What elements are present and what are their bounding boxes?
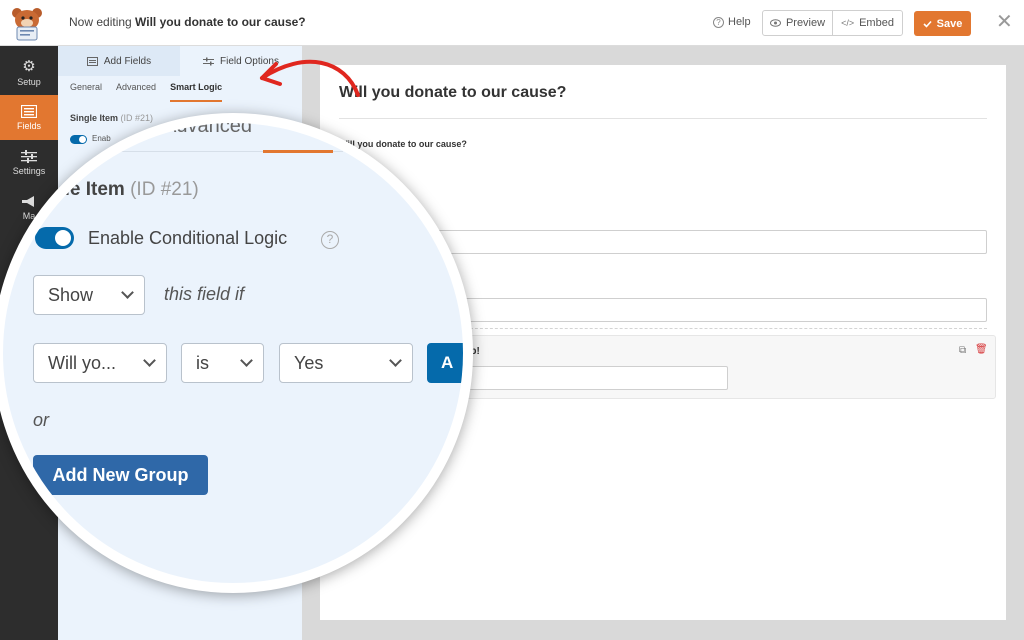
preview-input-field[interactable] xyxy=(455,366,728,390)
form-title-divider xyxy=(339,118,987,119)
magnifier-zoom-circle: Advanced gle Item (ID #21) Enable Condit… xyxy=(0,113,473,593)
mag-field-title: gle Item (ID #21) xyxy=(53,179,199,201)
field-title-text: Single Item xyxy=(70,113,119,123)
help-label: Help xyxy=(728,16,751,28)
eye-icon xyxy=(769,19,781,27)
field-title: Single Item (ID #21) xyxy=(70,113,153,123)
form-builder-window: Now editing Will you donate to our cause… xyxy=(0,0,1024,640)
nav-item-setup[interactable]: ⚙ Setup xyxy=(0,50,58,95)
nav-label: Setup xyxy=(17,76,41,87)
duplicate-icon[interactable]: ⧉ xyxy=(959,345,966,356)
gear-icon: ⚙ xyxy=(22,57,36,75)
red-arrow-annotation-icon xyxy=(260,59,360,97)
preview-input-field[interactable] xyxy=(420,230,987,254)
subtab-general[interactable]: General xyxy=(70,82,102,102)
field-id: (ID #21) xyxy=(120,113,154,123)
mag-tab-active-indicator xyxy=(263,150,333,153)
chevron-down-icon xyxy=(389,354,402,367)
save-button[interactable]: Save xyxy=(914,11,971,36)
checkmark-icon xyxy=(923,20,932,28)
add-new-group-button[interactable]: Add New Group xyxy=(33,455,208,495)
preview-button[interactable]: Preview xyxy=(763,11,832,35)
chevron-down-icon xyxy=(121,286,134,299)
help-link[interactable]: ? Help xyxy=(713,16,751,28)
tab-label: Add Fields xyxy=(103,55,152,67)
question-circle-icon[interactable]: ? xyxy=(321,231,339,249)
question-circle-icon: ? xyxy=(713,16,724,28)
mag-field-id: (ID #21) xyxy=(130,179,199,200)
or-label: or xyxy=(33,410,50,430)
show-hide-select[interactable]: Show xyxy=(33,275,145,315)
tab-add-fields[interactable]: Add Fields xyxy=(58,46,180,76)
rule-operator-value: is xyxy=(196,352,209,373)
rule-operator-select[interactable]: is xyxy=(181,343,264,383)
preview-label: Preview xyxy=(785,17,826,29)
editing-title: Now editing Will you donate to our cause… xyxy=(69,15,306,29)
this-field-if-label: this field if xyxy=(164,284,245,304)
subtab-advanced[interactable]: Advanced xyxy=(116,82,156,102)
trash-icon[interactable]: 🗑 xyxy=(975,344,988,355)
editing-prefix: Now editing xyxy=(69,15,132,29)
top-bar: Now editing Will you donate to our cause… xyxy=(0,0,1024,46)
close-icon[interactable]: ✕ xyxy=(996,12,1013,32)
show-select-value: Show xyxy=(48,284,94,305)
mag-title-text: gle Item xyxy=(53,179,125,200)
sliders-icon xyxy=(203,57,215,65)
chevron-down-icon xyxy=(240,354,253,367)
enable-conditional-logic-label: Enable Conditional Logic xyxy=(88,228,288,248)
embed-button[interactable]: </> Embed xyxy=(832,11,902,35)
form-title: Will you donate to our cause? xyxy=(339,84,567,101)
fields-icon xyxy=(21,104,37,118)
preview-input-field[interactable] xyxy=(420,298,987,322)
editing-form-name: Will you donate to our cause? xyxy=(135,15,306,29)
rule-value-select[interactable]: Yes xyxy=(279,343,413,383)
preview-embed-group: Preview </> Embed xyxy=(762,10,903,36)
save-label: Save xyxy=(936,17,963,30)
rule-field-value: Will yo... xyxy=(48,352,117,373)
embed-label: Embed xyxy=(859,17,894,29)
options-subtabs: General Advanced Smart Logic xyxy=(70,82,223,102)
list-icon xyxy=(86,56,98,66)
and-button[interactable]: A xyxy=(427,343,463,383)
rule-value: Yes xyxy=(294,352,324,373)
chevron-down-icon xyxy=(143,354,156,367)
conditional-logic-toggle[interactable] xyxy=(35,227,74,249)
rule-field-select[interactable]: Will yo... xyxy=(33,343,167,383)
subtab-smart-logic[interactable]: Smart Logic xyxy=(170,82,223,102)
wpforms-bear-logo-icon[interactable] xyxy=(8,5,46,41)
magnifier-content: Advanced gle Item (ID #21) Enable Condit… xyxy=(3,123,463,583)
code-icon: </> xyxy=(841,18,855,28)
field-separator xyxy=(420,328,987,329)
